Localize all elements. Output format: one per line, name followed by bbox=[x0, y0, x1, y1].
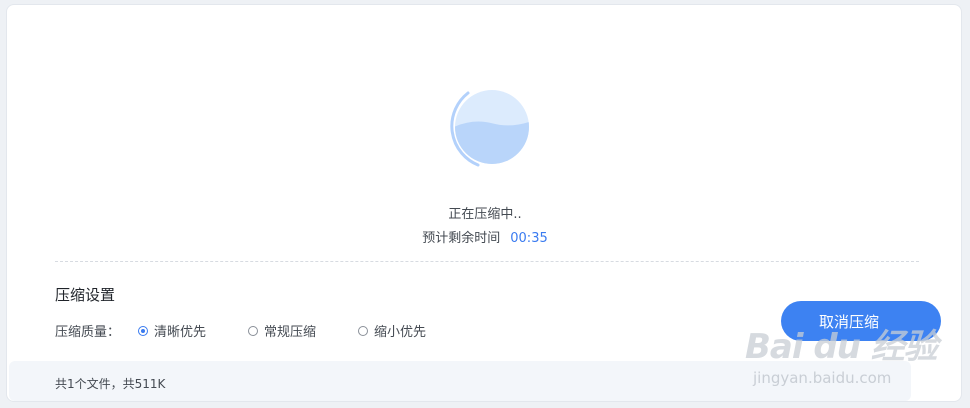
radio-clear[interactable] bbox=[138, 325, 149, 336]
radio-normal[interactable] bbox=[248, 325, 259, 336]
remaining-time-value: 00:35 bbox=[510, 231, 548, 246]
quality-label: 压缩质量： bbox=[55, 325, 121, 340]
quality-options: 压缩质量： 清晰优先 常规压缩 缩小优先 bbox=[55, 321, 468, 340]
water-level bbox=[455, 121, 529, 164]
progress-sphere bbox=[442, 81, 538, 177]
settings-title: 压缩设置 bbox=[55, 286, 116, 304]
progress-sphere-graphic bbox=[450, 90, 529, 167]
quality-option-small-label: 缩小优先 bbox=[374, 325, 427, 340]
quality-option-normal-label: 常规压缩 bbox=[264, 325, 317, 340]
quality-option-small[interactable]: 缩小优先 bbox=[358, 321, 426, 340]
compressing-status: 正在压缩中.. bbox=[448, 207, 522, 222]
compress-dialog: 正在压缩中.. 预计剩余时间 00:35 压缩设置 压缩质量： 清晰优先 常规压缩… bbox=[6, 4, 962, 402]
quality-option-clear[interactable]: 清晰优先 bbox=[138, 321, 206, 340]
radio-small[interactable] bbox=[358, 325, 369, 336]
section-divider bbox=[55, 261, 919, 262]
remaining-time-row: 预计剩余时间 00:35 bbox=[7, 227, 961, 246]
file-summary: 共1个文件，共511K bbox=[55, 377, 166, 391]
quality-option-clear-label: 清晰优先 bbox=[154, 325, 207, 340]
quality-option-normal[interactable]: 常规压缩 bbox=[248, 321, 316, 340]
remaining-time-label: 预计剩余时间 bbox=[422, 231, 501, 246]
cancel-compress-button[interactable]: 取消压缩 bbox=[781, 301, 941, 341]
footer-bar: 共1个文件，共511K bbox=[9, 361, 911, 401]
